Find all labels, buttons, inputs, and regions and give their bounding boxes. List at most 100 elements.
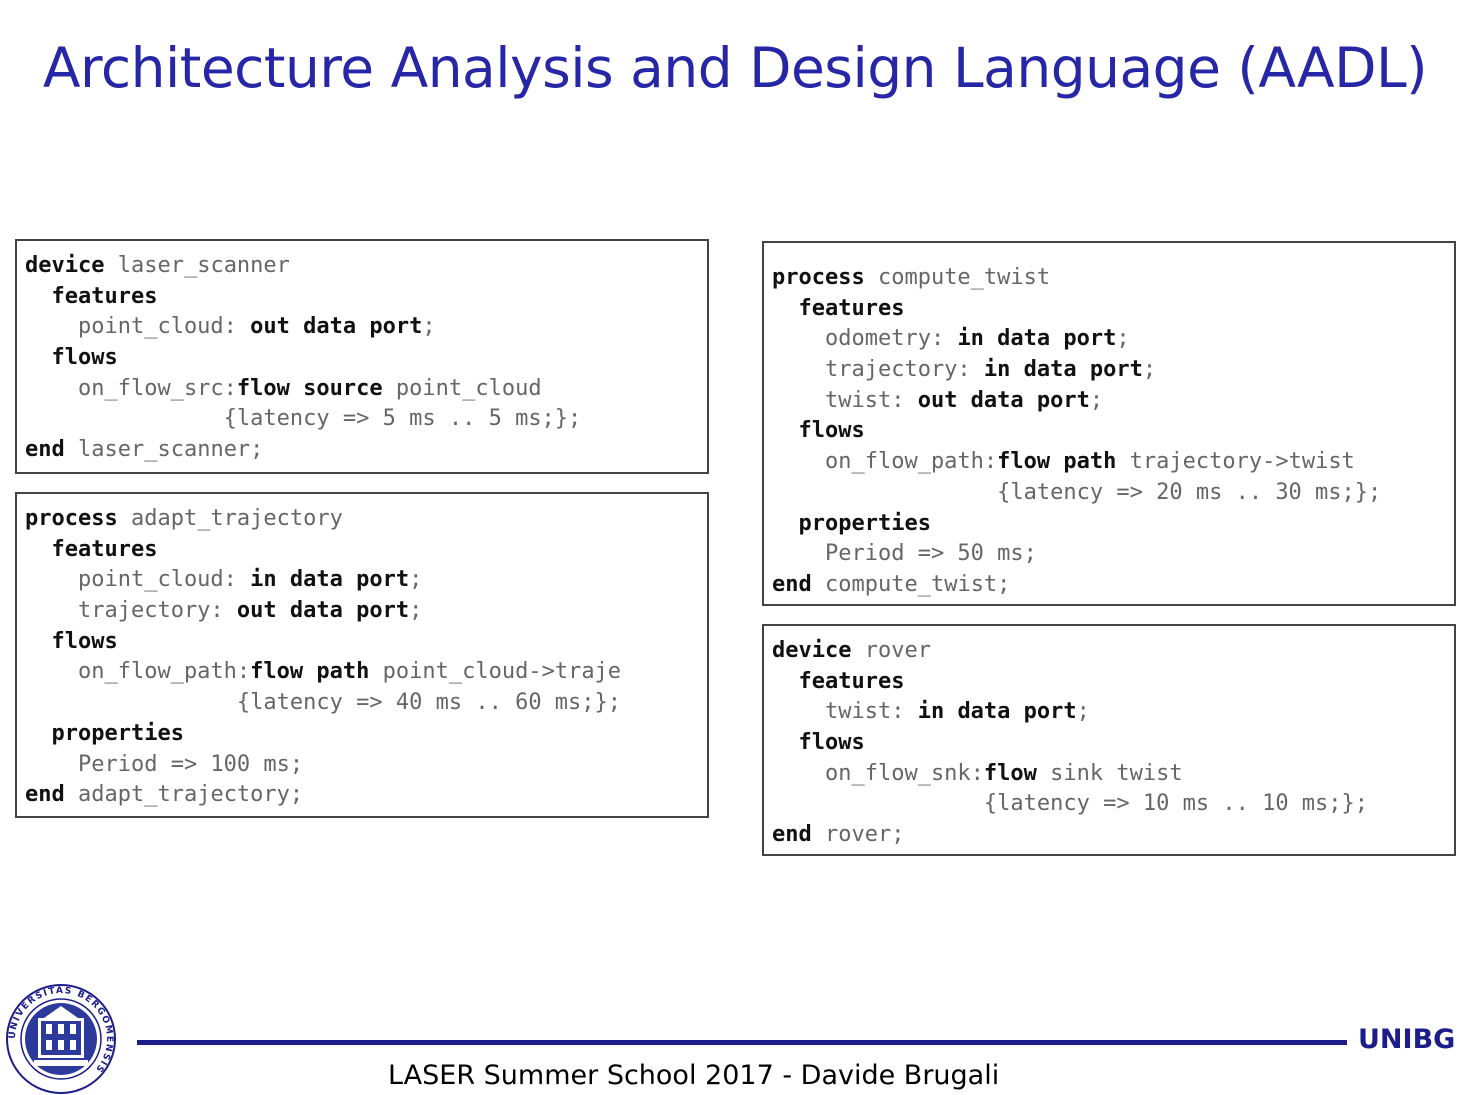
code-keyword: flows	[51, 345, 118, 371]
code-keyword: features	[51, 283, 158, 309]
code-text: on_flow_src:	[25, 375, 237, 401]
code-text: twist:	[772, 387, 918, 413]
code-line: Period => 50 ms;	[772, 539, 1454, 570]
code-keyword: in data port	[917, 699, 1077, 725]
code-keyword: flow path	[997, 449, 1117, 475]
code-line: on_flow_path:flow path point_cloud->traj…	[25, 657, 707, 688]
code-keyword: in data port	[250, 567, 410, 593]
code-box-laser-scanner: device laser_scanner features point_clou…	[15, 239, 709, 474]
code-text: {latency => 10 ms .. 10 ms;};	[772, 791, 1369, 817]
brand-label: UNIBG	[1358, 1024, 1456, 1055]
code-line: flows	[772, 416, 1454, 447]
code-line: twist: in data port;	[772, 697, 1454, 728]
code-text: on_flow_path:	[772, 449, 998, 475]
code-text: ;	[422, 314, 436, 340]
code-keyword: features	[798, 295, 905, 321]
code-keyword: process	[772, 265, 865, 290]
code-line: {latency => 10 ms .. 10 ms;};	[772, 789, 1454, 820]
code-text: adapt_trajectory	[117, 506, 343, 531]
code-keyword: flows	[798, 418, 865, 444]
code-line: trajectory: out data port;	[25, 596, 707, 627]
code-keyword: end	[25, 437, 65, 463]
code-text: {latency => 40 ms .. 60 ms;};	[25, 690, 622, 716]
code-text: ;	[1089, 387, 1104, 413]
code-text: point_cloud->traje	[369, 659, 622, 685]
code-line: on_flow_path:flow path trajectory->twist	[772, 447, 1454, 478]
code-keyword: flow path	[250, 659, 370, 685]
code-text: ;	[409, 598, 423, 624]
code-text: on_flow_path:	[25, 659, 251, 685]
code-keyword: properties	[51, 720, 184, 746]
code-line: end compute_twist;	[772, 570, 1454, 601]
code-keyword: in data port	[983, 357, 1143, 383]
code-text: ;	[1142, 357, 1157, 383]
code-text: Period => 50 ms;	[772, 541, 1037, 567]
code-keyword: end	[772, 571, 812, 597]
code-keyword: process	[25, 506, 118, 531]
code-line: twist: out data port;	[772, 386, 1454, 417]
code-text: trajectory:	[772, 357, 984, 383]
code-text: twist:	[772, 699, 918, 725]
code-line: {latency => 20 ms .. 30 ms;};	[772, 478, 1454, 509]
code-text: point_cloud	[382, 375, 542, 401]
code-box-compute-twist: process compute_twist features odometry:…	[762, 241, 1456, 606]
code-line: flows	[25, 627, 707, 658]
code-line: {latency => 40 ms .. 60 ms;};	[25, 688, 707, 719]
code-keyword: flow source	[236, 375, 383, 401]
code-text: {latency => 20 ms .. 30 ms;};	[772, 479, 1382, 505]
code-keyword: out data port	[250, 314, 423, 340]
code-text: rover	[851, 638, 931, 663]
code-text: compute_twist	[864, 265, 1051, 290]
code-text: Period => 100 ms;	[25, 751, 304, 777]
code-line: process compute_twist	[772, 263, 1454, 294]
code-keyword: flows	[798, 730, 865, 756]
university-seal-icon: UNIVERSITAS BERGOMENSIS	[6, 984, 116, 1094]
code-keyword: features	[51, 536, 158, 562]
code-line: properties	[25, 719, 707, 750]
code-line: on_flow_src:flow source point_cloud	[25, 374, 707, 405]
code-line: odometry: in data port;	[772, 324, 1454, 355]
code-line: end laser_scanner;	[25, 435, 707, 466]
code-line: end adapt_trajectory;	[25, 780, 707, 811]
code-line: {latency => 5 ms .. 5 ms;};	[25, 404, 707, 435]
code-text: {latency => 5 ms .. 5 ms;};	[25, 406, 582, 432]
footer-text: LASER Summer School 2017 - Davide Brugal…	[388, 1060, 1000, 1091]
code-line: properties	[772, 509, 1454, 540]
code-text: ;	[1076, 699, 1090, 725]
code-text: laser_scanner;	[64, 437, 264, 463]
code-keyword: end	[25, 782, 65, 808]
code-line: features	[772, 294, 1454, 325]
code-line: features	[772, 667, 1454, 698]
code-keyword: out data port	[917, 387, 1090, 413]
code-line: end rover;	[772, 820, 1454, 851]
code-keyword: flows	[51, 628, 118, 654]
code-box-rover: device rover features twist: in data por…	[762, 624, 1456, 856]
code-line: device laser_scanner	[25, 251, 707, 282]
code-keyword: features	[798, 668, 905, 694]
footer-rule	[137, 1040, 1347, 1045]
code-line: process adapt_trajectory	[25, 504, 707, 535]
code-keyword: device	[25, 253, 105, 278]
code-text: sink twist	[1036, 760, 1183, 786]
code-line: device rover	[772, 636, 1454, 667]
code-line: point_cloud: in data port;	[25, 565, 707, 596]
code-text: ;	[409, 567, 423, 593]
code-line: flows	[25, 343, 707, 374]
code-line: features	[25, 282, 707, 313]
code-line: features	[25, 535, 707, 566]
code-text: ;	[1116, 326, 1130, 352]
code-line: on_flow_snk:flow sink twist	[772, 759, 1454, 790]
code-text: odometry:	[772, 326, 958, 352]
code-keyword: out data port	[236, 598, 410, 624]
code-text: trajectory:	[25, 598, 237, 624]
code-text: laser_scanner	[104, 253, 290, 278]
